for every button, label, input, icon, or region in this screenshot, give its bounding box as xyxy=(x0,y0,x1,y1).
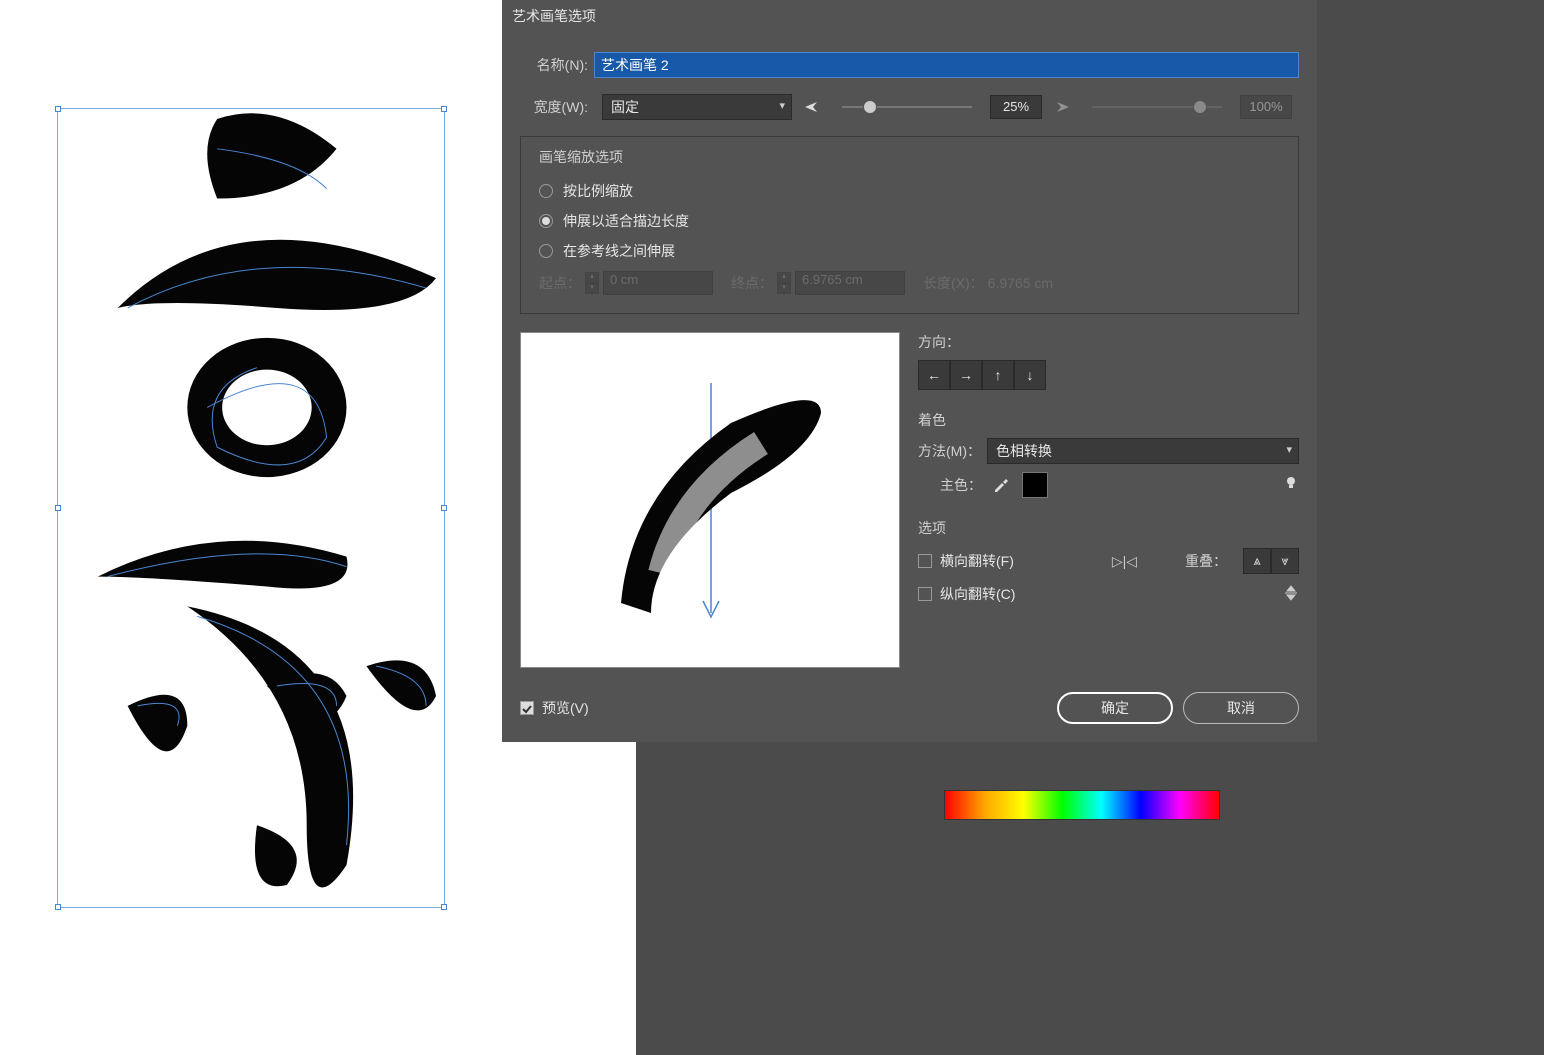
name-input[interactable]: 艺术画笔 2 xyxy=(594,52,1299,78)
dialog-title: 艺术画笔选项 xyxy=(502,0,1317,32)
direction-right-button[interactable]: → xyxy=(950,360,982,390)
length-value: 6.9765 cm xyxy=(988,275,1053,291)
brush-scale-options-group: 画笔缩放选项 按比例缩放 伸展以适合描边长度 在参考线之间伸展 起点： ▴▾ 0… xyxy=(520,136,1299,314)
radio-proportional-label: 按比例缩放 xyxy=(563,181,633,201)
width-max-arrow-icon xyxy=(1050,95,1074,119)
overlap-option-2[interactable]: ⩔ xyxy=(1271,548,1299,574)
tip-lightbulb-icon[interactable] xyxy=(1283,475,1299,496)
width-slider-2 xyxy=(1092,106,1222,108)
preview-checkbox[interactable] xyxy=(520,701,534,715)
radio-between-guides[interactable] xyxy=(539,244,553,258)
tint-method-label: 方法(M)： xyxy=(918,441,981,461)
brush-preview xyxy=(520,332,900,668)
name-label: 名称(N): xyxy=(520,55,594,75)
options-section: 选项 横向翻转(F) ▷|◁ 重叠： ⩓ ⩔ 纵向翻转(C) xyxy=(918,518,1299,614)
selection-handle-sw[interactable] xyxy=(55,904,61,910)
artwork-calligraphy xyxy=(58,109,444,905)
end-label: 终点： xyxy=(731,273,773,293)
ok-button[interactable]: 确定 xyxy=(1057,692,1173,724)
flip-vertical-checkbox[interactable] xyxy=(918,587,932,601)
art-brush-options-dialog: 艺术画笔选项 名称(N): 艺术画笔 2 宽度(W): 固定 25% 100% … xyxy=(502,0,1317,742)
overlap-option-1[interactable]: ⩓ xyxy=(1243,548,1271,574)
flip-horizontal-checkbox[interactable] xyxy=(918,554,932,568)
end-spinner: ▴▾ xyxy=(777,272,791,294)
direction-title: 方向： xyxy=(918,332,1299,352)
end-input: 6.9765 cm xyxy=(795,271,905,295)
width-percent-1[interactable]: 25% xyxy=(990,95,1042,119)
radio-between-guides-label: 在参考线之间伸展 xyxy=(563,241,675,261)
cancel-button[interactable]: 取消 xyxy=(1183,692,1299,724)
preview-label: 预览(V) xyxy=(542,698,589,718)
main-color-swatch[interactable] xyxy=(1022,472,1048,498)
selection-bounding-box[interactable] xyxy=(57,108,445,908)
radio-proportional[interactable] xyxy=(539,184,553,198)
flip-horizontal-label: 横向翻转(F) xyxy=(940,551,1014,571)
width-mode-select[interactable]: 固定 xyxy=(602,94,792,120)
colorize-section: 着色 方法(M)： 色相转换 主色： xyxy=(918,410,1299,498)
direction-left-button[interactable]: ← xyxy=(918,360,950,390)
colorize-title: 着色 xyxy=(918,410,1299,430)
direction-up-button[interactable]: ↑ xyxy=(982,360,1014,390)
width-percent-2: 100% xyxy=(1240,95,1292,119)
start-label: 起点： xyxy=(539,273,581,293)
width-slider-1[interactable] xyxy=(842,106,972,108)
flip-vertical-label: 纵向翻转(C) xyxy=(940,584,1015,604)
color-spectrum-panel[interactable] xyxy=(944,790,1220,820)
start-spinner: ▴▾ xyxy=(585,272,599,294)
radio-stretch-fit[interactable] xyxy=(539,214,553,228)
main-color-label: 主色： xyxy=(940,475,982,495)
options-title: 选项 xyxy=(918,518,1299,538)
scale-group-title: 画笔缩放选项 xyxy=(539,147,1280,167)
flip-horizontal-icon: ▷|◁ xyxy=(1112,553,1137,570)
width-label: 宽度(W): xyxy=(520,97,594,117)
radio-stretch-fit-label: 伸展以适合描边长度 xyxy=(563,211,689,231)
eyedropper-icon[interactable] xyxy=(992,475,1012,495)
flip-vertical-icon xyxy=(1283,585,1299,604)
start-input: 0 cm xyxy=(603,271,713,295)
width-min-arrow-icon xyxy=(800,95,824,119)
direction-down-button[interactable]: ↓ xyxy=(1014,360,1046,390)
selection-handle-se[interactable] xyxy=(441,904,447,910)
tint-method-select[interactable]: 色相转换 xyxy=(987,438,1299,464)
length-label: 长度(X)： xyxy=(923,273,984,293)
overlap-label: 重叠： xyxy=(1185,551,1227,571)
direction-section: 方向： ← → ↑ ↓ xyxy=(918,332,1299,390)
